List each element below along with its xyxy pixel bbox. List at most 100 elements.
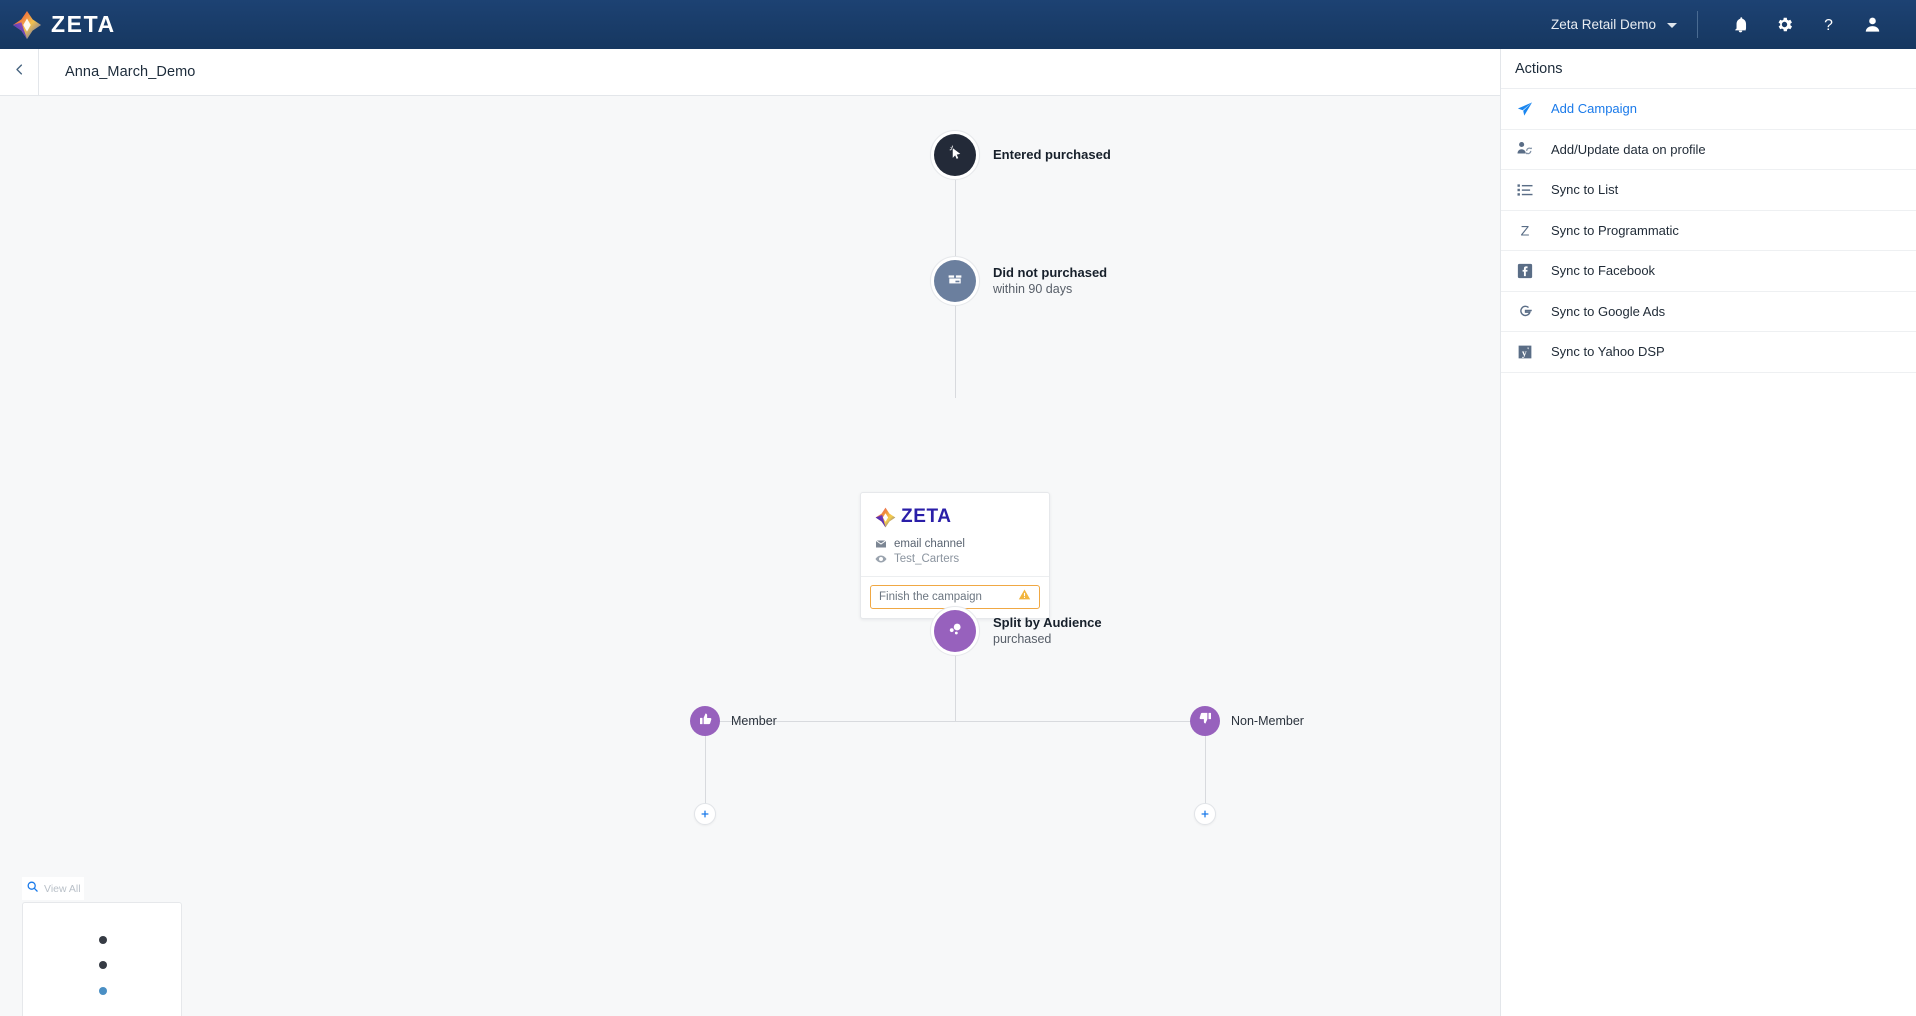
node-circle [934,610,976,652]
thumbs-down-icon [1198,711,1213,731]
node-subtitle: purchased [993,632,1052,646]
action-item-sync-to-yahoo-dsp[interactable]: y Sync to Yahoo DSP [1501,332,1916,373]
zeta-diamond-logo-icon [12,10,42,40]
flow-subheader: Anna_March_Demo [0,49,1500,96]
node-ring [930,130,980,180]
plus-icon [700,809,710,819]
finish-campaign-label: Finish the campaign [879,591,982,603]
node-title: Entered purchased [993,147,1111,162]
node-title: Split by Audience [993,615,1102,630]
navbar-divider [1697,11,1698,38]
page-title: Anna_March_Demo [65,64,196,80]
connector-didnot-to-campaign [955,306,956,398]
branch-circle [1190,706,1220,736]
back-button[interactable] [0,49,38,95]
actions-panel-header: Actions [1501,49,1916,89]
search-icon [26,880,39,898]
thumbs-up-icon [698,711,713,731]
connector-split-to-branchbar [955,656,956,721]
node-ring [930,606,980,656]
plus-icon [1200,809,1210,819]
flow-node-did-not-purchased[interactable]: Did not purchased within 90 days [930,256,1107,306]
list-icon [1515,180,1535,200]
campaign-card[interactable]: ZETA email channel Test_Carters Finish t… [860,492,1050,619]
minimap-search-placeholder: View All [44,882,81,895]
package-box-icon [946,270,964,293]
add-step-non-member-button[interactable] [1194,803,1216,825]
action-label: Sync to List [1551,182,1619,198]
action-label: Add Campaign [1551,101,1637,117]
zeta-diamond-logo-icon [875,507,896,528]
envelope-icon [875,538,887,550]
actions-panel-title: Actions [1515,60,1563,77]
campaign-name-label: Test_Carters [894,553,960,565]
node-text: Split by Audience purchased [993,615,1102,647]
minimap-search[interactable]: View All [22,877,84,900]
action-label: Add/Update data on profile [1551,141,1706,157]
node-circle [934,134,976,176]
node-subtitle: within 90 days [993,282,1073,296]
campaign-brand-name: ZETA [901,506,952,527]
branch-circle [690,706,720,736]
user-profile-icon[interactable] [1850,3,1894,47]
action-item-sync-to-facebook[interactable]: Sync to Facebook [1501,251,1916,292]
flow-canvas[interactable]: Entered purchased Did not purchased with… [0,96,1500,1016]
campaign-card-body: ZETA email channel Test_Carters [861,493,1049,576]
navbar-right: Zeta Retail Demo ? [1551,3,1916,47]
google-icon [1515,301,1535,321]
branch-label: Non-Member [1231,714,1304,728]
eye-icon [875,553,887,565]
action-item-sync-to-list[interactable]: Sync to List [1501,170,1916,211]
minimap-dot-entry [99,936,107,944]
profile-update-icon [1515,139,1535,159]
brand[interactable]: ZETA [0,10,116,40]
action-label: Sync to Facebook [1551,263,1656,279]
paper-plane-icon [1515,99,1535,119]
branch-label: Member [731,714,777,728]
svg-text:y: y [1522,348,1527,359]
account-switcher[interactable]: Zeta Retail Demo [1551,17,1697,32]
campaign-channel-row: email channel [875,538,1035,550]
action-label: Sync to Google Ads [1551,303,1666,319]
flow-branch-non-member[interactable]: Non-Member [1190,706,1304,736]
svg-text:Z: Z [1521,224,1530,240]
add-step-member-button[interactable] [694,803,716,825]
top-navbar: ZETA Zeta Retail Demo ? [0,0,1916,49]
click-cursor-icon [946,144,964,167]
notifications-icon[interactable] [1718,3,1762,47]
action-label: Sync to Yahoo DSP [1551,344,1665,360]
campaign-channel-label: email channel [894,538,965,550]
action-item-add-campaign[interactable]: Add Campaign [1501,89,1916,130]
minimap-dot-campaign [99,987,107,995]
yahoo-icon: y [1515,342,1535,362]
audience-split-icon [945,619,965,644]
node-ring [930,256,980,306]
zeta-z-icon: Z [1515,220,1535,240]
help-icon[interactable]: ? [1806,3,1850,47]
node-text: Did not purchased within 90 days [993,265,1107,297]
node-title: Did not purchased [993,265,1108,280]
settings-icon[interactable] [1762,3,1806,47]
flow-branch-member[interactable]: Member [690,706,777,736]
warning-triangle-icon [1018,588,1031,606]
account-name: Zeta Retail Demo [1550,17,1656,32]
action-item-sync-to-google-ads[interactable]: Sync to Google Ads [1501,292,1916,332]
minimap-panel[interactable] [22,902,182,1016]
campaign-name-row: Test_Carters [875,553,1035,565]
campaign-brand: ZETA [875,506,1035,528]
flow-node-entered-purchased[interactable]: Entered purchased [930,130,1111,180]
connector-branch-horizontal [705,721,1205,722]
flow-node-split-by-audience[interactable]: Split by Audience purchased [930,606,1102,656]
chevron-down-icon [1667,23,1677,28]
minimap-dot-did-not-purchase [99,961,107,969]
actions-panel: Actions Add Campaign Add/Update data on … [1500,49,1916,1016]
svg-text:?: ? [1824,17,1833,34]
action-item-add-update-data-on-profile[interactable]: Add/Update data on profile [1501,130,1916,170]
action-label: Sync to Programmatic [1551,222,1679,238]
chevron-left-icon [12,62,27,82]
minimap-viewport [36,910,170,1016]
node-text: Entered purchased [993,147,1111,163]
node-circle [934,260,976,302]
brand-name: ZETA [51,11,116,37]
action-item-sync-to-programmatic[interactable]: Z Sync to Programmatic [1501,211,1916,251]
